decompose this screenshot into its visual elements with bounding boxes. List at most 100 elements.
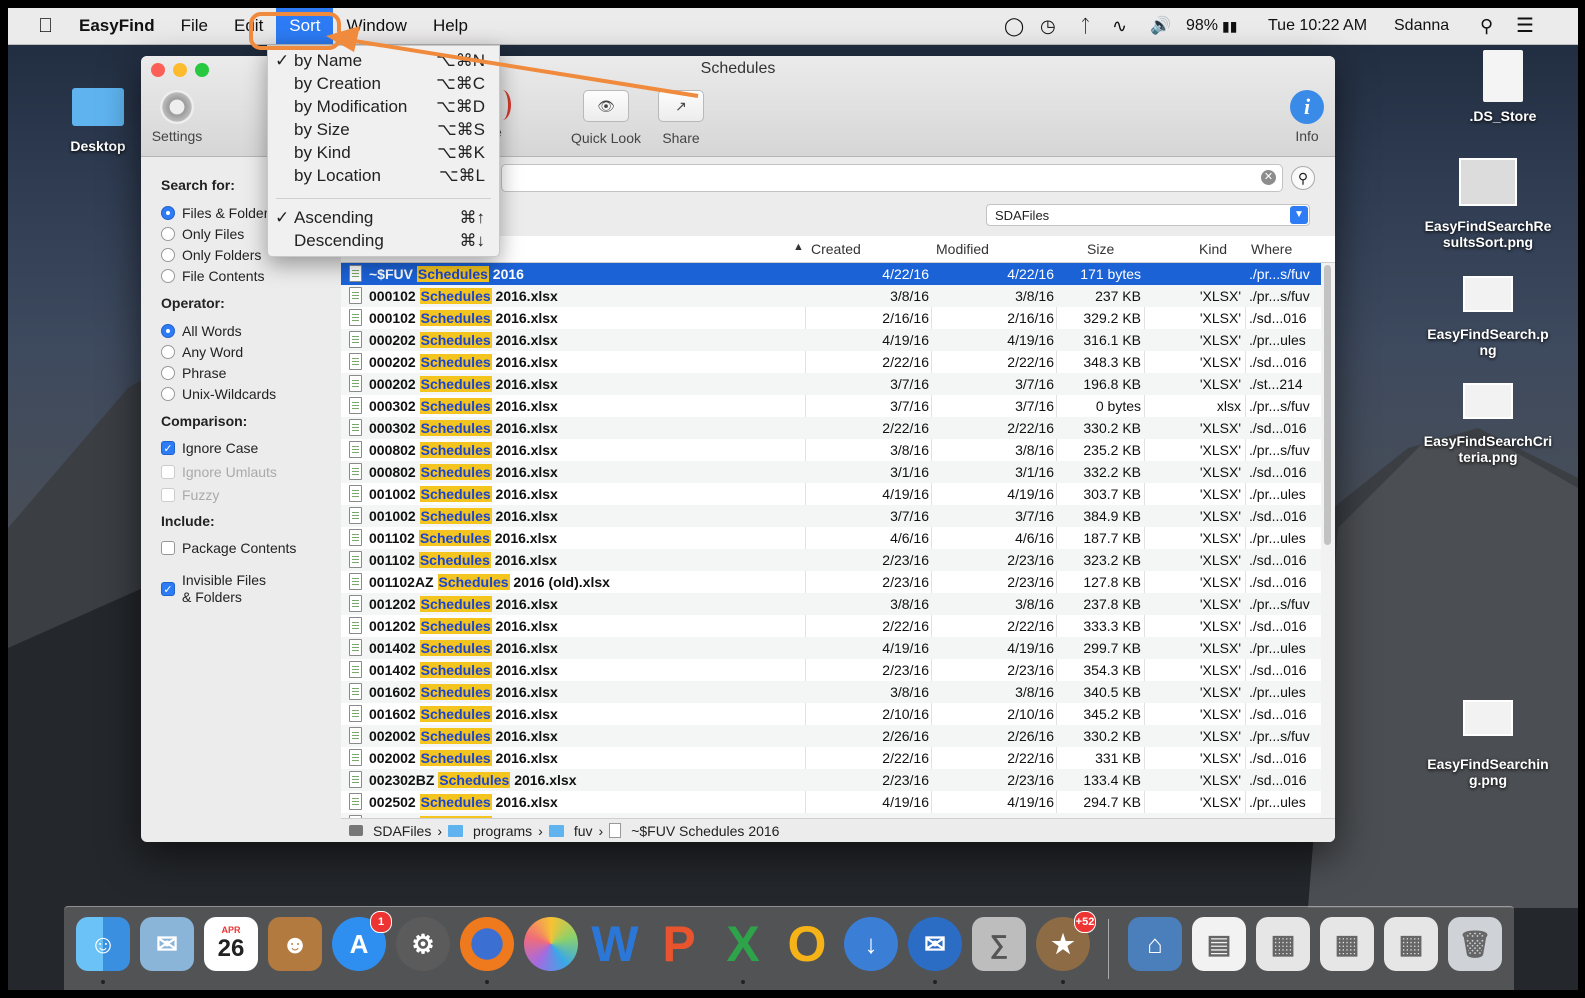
time-machine-icon[interactable]: ◯ <box>1004 8 1024 44</box>
table-row[interactable]: 001602 Schedules 2016.xlsx 2/10/16 2/10/16… <box>341 703 1321 725</box>
table-row[interactable]: 002502 Schedules 2016.xlsx 4/19/16 4/19/16… <box>341 791 1321 813</box>
table-row[interactable]: ~$FUV Schedules 2016 4/22/16 4/22/16 171 by… <box>341 263 1321 285</box>
battery-percent[interactable]: 98% <box>1186 8 1218 44</box>
thunderbird-icon[interactable]: ✉ <box>908 917 962 971</box>
trash-icon[interactable]: 🗑 <box>1448 917 1502 971</box>
path-segment-root[interactable]: SDAFiles <box>373 823 431 839</box>
radio-only-files[interactable]: Only Files <box>161 226 244 242</box>
photos-icon[interactable] <box>524 917 578 971</box>
search-input[interactable]: ✕ <box>501 164 1283 192</box>
menu-item-by-creation[interactable]: by Creation ⌥⌘C <box>268 72 499 95</box>
desktop-file-results-sort[interactable]: EasyFindSearchRe sultsSort.png <box>1418 158 1558 250</box>
column-where[interactable]: Where <box>1251 241 1292 257</box>
column-created[interactable]: Created <box>811 241 861 257</box>
bluetooth-icon[interactable]: ᛏ <box>1080 8 1091 44</box>
radio-all-words[interactable]: All Words <box>161 323 242 339</box>
outlook-icon[interactable]: O <box>780 916 834 972</box>
table-row[interactable]: 001002 Schedules 2016.xlsx 4/19/16 4/19/16… <box>341 483 1321 505</box>
menu-sort[interactable]: Sort <box>276 8 334 44</box>
menu-edit[interactable]: Edit <box>221 8 276 44</box>
settings-button[interactable]: Settings <box>149 90 205 144</box>
desktop-file-searching[interactable]: EasyFindSearchin g.png <box>1418 700 1558 788</box>
document-stack-icon[interactable]: ▤ <box>1192 917 1246 971</box>
table-row[interactable]: 001402 Schedules 2016.xlsx 4/19/16 4/19/16… <box>341 637 1321 659</box>
menu-item-by-modification[interactable]: by Modification ⌥⌘D <box>268 95 499 118</box>
table-row[interactable]: 000102 Schedules 2016.xlsx 3/8/16 3/8/16 23… <box>341 285 1321 307</box>
menu-item-by-location[interactable]: by Location ⌥⌘L <box>268 164 499 187</box>
spotlight-icon[interactable]: ⚲ <box>1480 8 1493 44</box>
menu-item-ascending[interactable]: ✓ Ascending ⌘↑ <box>268 206 499 229</box>
path-segment-file[interactable]: ~$FUV Schedules 2016 <box>631 823 779 839</box>
menu-item-by-name[interactable]: ✓ by Name ⌥⌘N <box>268 49 499 72</box>
clock-text[interactable]: Tue 10:22 AM <box>1268 8 1367 44</box>
table-row[interactable]: 001102 Schedules 2016.xlsx 4/6/16 4/6/16 18… <box>341 527 1321 549</box>
downloads-stack-icon[interactable]: ▦ <box>1320 917 1374 971</box>
table-row[interactable]: 000802 Schedules 2016.xlsx 3/1/16 3/1/16 33… <box>341 461 1321 483</box>
network-folder-icon[interactable]: ⌂ <box>1128 917 1182 971</box>
desktop-file-criteria[interactable]: EasyFindSearchCri teria.png <box>1418 383 1558 465</box>
screenshot-stack-icon[interactable]: ▦ <box>1256 917 1310 971</box>
radio-phrase[interactable]: Phrase <box>161 365 226 381</box>
table-row[interactable]: 001202 Schedules 2016.xlsx 3/8/16 3/8/16 23… <box>341 593 1321 615</box>
stack-icon[interactable]: ▦ <box>1384 917 1438 971</box>
downloader-icon[interactable]: ↓ <box>844 917 898 971</box>
powerpoint-icon[interactable]: P <box>652 916 706 972</box>
scroll-thumb[interactable] <box>1324 265 1331 545</box>
radio-file-contents[interactable]: File Contents <box>161 268 264 284</box>
results-scrollbar[interactable] <box>1321 263 1335 818</box>
table-row[interactable]: 002002 Schedules 2016.xlsx 2/22/16 2/22/16… <box>341 747 1321 769</box>
clock-icon[interactable]: ◷ <box>1040 8 1056 44</box>
table-row[interactable]: 000202 Schedules 2016.xlsx 4/19/16 4/19/16… <box>341 329 1321 351</box>
table-row[interactable]: 000202 Schedules 2016.xlsx 2/22/16 2/22/16… <box>341 351 1321 373</box>
table-row[interactable]: 002002 Schedules 2016.xlsx 2/26/16 2/26/16… <box>341 725 1321 747</box>
path-segment-programs[interactable]: programs <box>473 823 532 839</box>
ds-store-file[interactable]: .DS_Store <box>1448 50 1558 124</box>
user-name[interactable]: Sdanna <box>1394 8 1449 44</box>
menu-help[interactable]: Help <box>420 8 481 44</box>
menu-item-by-size[interactable]: by Size ⌥⌘S <box>268 118 499 141</box>
table-row[interactable]: 000802 Schedules 2016.xlsx 3/8/16 3/8/16 23… <box>341 439 1321 461</box>
table-row[interactable]: 001102AZ Schedules 2016 (old).xlsx 2/23/1… <box>341 571 1321 593</box>
table-row[interactable]: 001002 Schedules 2016.xlsx 3/7/16 3/7/16 38… <box>341 505 1321 527</box>
table-row[interactable]: 002302BZ Schedules 2016.xlsx 2/23/16 2/23/… <box>341 769 1321 791</box>
table-row[interactable]: 000302 Schedules 2016.xlsx 3/7/16 3/7/16 0 … <box>341 395 1321 417</box>
checkbox-ignore-case[interactable]: ✓ Ignore Case <box>161 440 258 456</box>
volume-icon[interactable]: 🔊 <box>1150 8 1171 44</box>
menu-app-name[interactable]: EasyFind <box>66 8 168 44</box>
column-size[interactable]: Size <box>1087 241 1114 257</box>
clear-search-icon[interactable]: ✕ <box>1261 170 1276 185</box>
column-modified[interactable]: Modified <box>936 241 989 257</box>
calculator-icon[interactable]: ∑ <box>972 917 1026 971</box>
firefox-icon[interactable] <box>460 917 514 971</box>
path-segment-fuv[interactable]: fuv <box>574 823 593 839</box>
system-preferences-icon[interactable]: ⚙ <box>396 917 450 971</box>
finder-icon[interactable]: ☺ <box>76 917 130 971</box>
notification-center-icon[interactable]: ☰ <box>1516 8 1534 44</box>
table-row[interactable]: 001402 Schedules 2016.xlsx 2/23/16 2/23/16… <box>341 659 1321 681</box>
search-button[interactable]: ⚲ <box>1291 166 1315 190</box>
table-row[interactable]: 001102 Schedules 2016.xlsx 2/23/16 2/23/16… <box>341 549 1321 571</box>
calendar-icon[interactable]: APR 26 <box>204 917 258 971</box>
excel-icon[interactable]: X <box>716 916 770 972</box>
checkbox-invisible-files[interactable]: ✓ Invisible Files & Folders <box>161 572 266 606</box>
table-row[interactable]: 001602 Schedules 2016.xlsx 3/8/16 3/8/16 34… <box>341 681 1321 703</box>
location-popup[interactable]: SDAFiles ▼ <box>986 204 1310 226</box>
desktop-folder[interactable]: Desktop <box>63 88 133 154</box>
radio-only-folders[interactable]: Only Folders <box>161 247 261 263</box>
contacts-icon[interactable]: ☻ <box>268 917 322 971</box>
word-icon[interactable]: W <box>588 916 642 972</box>
radio-unix-wildcards[interactable]: Unix-Wildcards <box>161 386 276 402</box>
share-button[interactable]: ↗ Share <box>653 90 709 146</box>
table-row[interactable]: 001202 Schedules 2016.xlsx 2/22/16 2/22/16… <box>341 615 1321 637</box>
column-kind[interactable]: Kind <box>1199 241 1227 257</box>
battery-icon[interactable]: ▮▮ <box>1222 8 1237 44</box>
mail-icon[interactable]: ✉ <box>140 917 194 971</box>
radio-files-folders[interactable]: Files & Folders <box>161 205 275 221</box>
info-button[interactable]: i Info <box>1287 90 1327 144</box>
quick-look-button[interactable]: 👁 Quick Look <box>566 90 646 146</box>
squirrel-app-icon[interactable]: ★ +52 <box>1036 911 1096 971</box>
table-row[interactable]: 000202 Schedules 2016.xlsx 3/7/16 3/7/16 19… <box>341 373 1321 395</box>
menu-item-by-kind[interactable]: by Kind ⌥⌘K <box>268 141 499 164</box>
apple-icon[interactable]:  <box>8 8 66 44</box>
sort-ascending-icon[interactable]: ▲ <box>793 241 804 253</box>
